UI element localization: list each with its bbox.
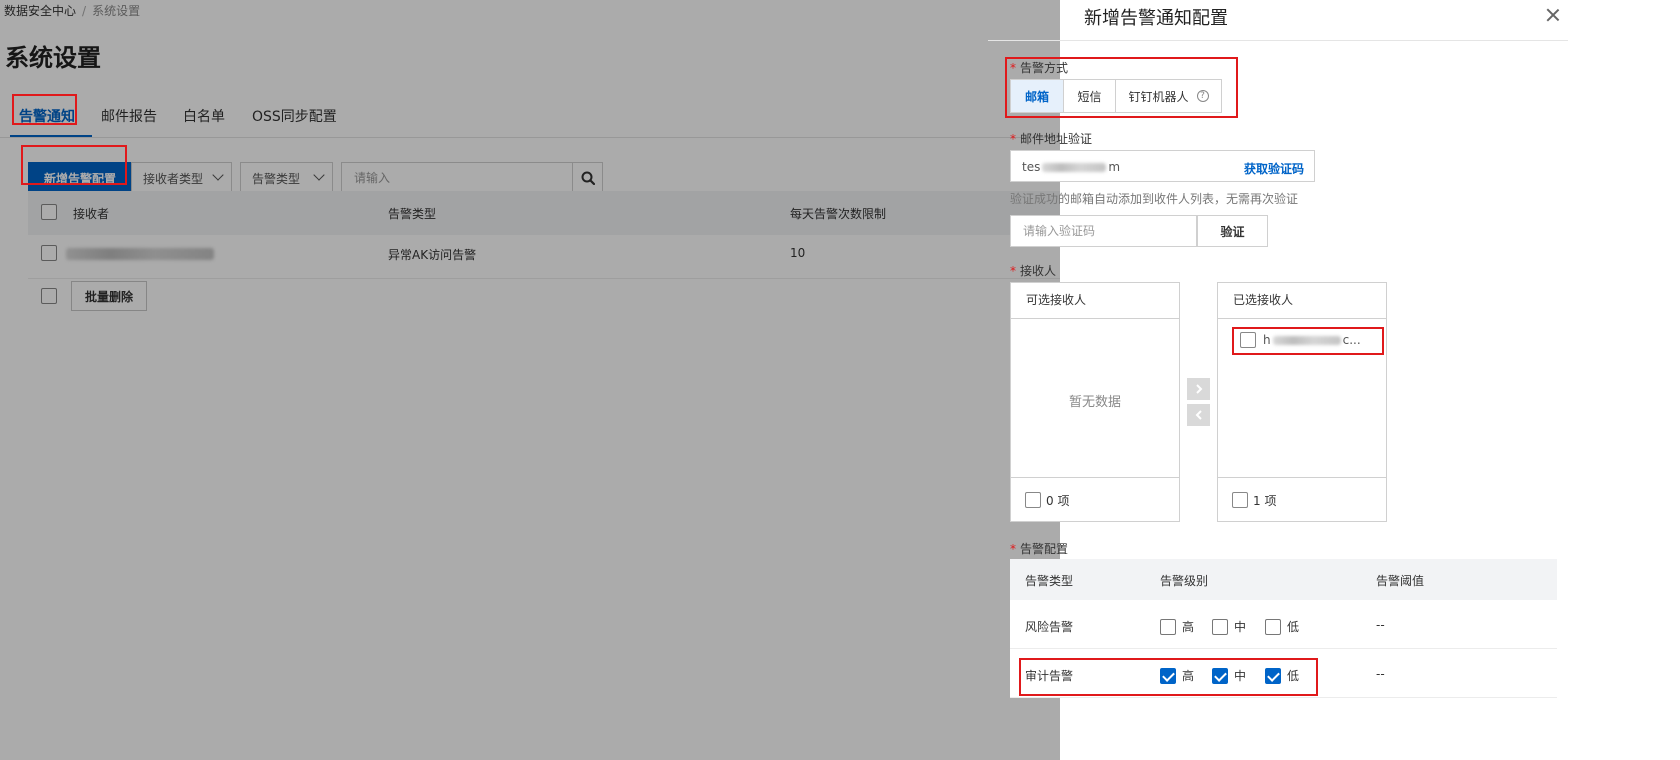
available-receivers-list: 可选接收人 暂无数据 0 项: [1010, 282, 1180, 522]
receivers-label: * 接收人: [1010, 264, 1057, 278]
verification-code-input[interactable]: 请输入验证码: [1010, 215, 1197, 247]
available-receivers-title: 可选接收人: [1011, 283, 1179, 319]
level-high-checkbox[interactable]: 高: [1160, 618, 1194, 635]
drawer-title: 新增告警通知配置: [1084, 8, 1228, 29]
config-threshold-audit: --: [1376, 667, 1385, 681]
modal-overlay[interactable]: [0, 0, 1060, 760]
empty-state-text: 暂无数据: [1068, 395, 1121, 410]
move-left-button[interactable]: [1187, 404, 1210, 426]
alert-config-table-header: 告警类型 告警级别 告警阈值: [1010, 559, 1557, 600]
email-redacted: [1042, 163, 1107, 172]
alert-config-label-text: 告警配置: [1020, 542, 1069, 556]
available-select-all-checkbox[interactable]: [1025, 492, 1041, 508]
alert-config-label: * 告警配置: [1010, 542, 1069, 556]
checkbox-box: [1265, 618, 1281, 635]
get-code-link[interactable]: 获取验证码: [1244, 160, 1304, 177]
chevron-right-icon: [1195, 384, 1202, 394]
config-col-threshold: 告警阈值: [1376, 574, 1425, 588]
table-row: 风险告警 高 中 低 --: [1010, 600, 1557, 649]
close-icon[interactable]: [1545, 7, 1561, 23]
move-right-button[interactable]: [1187, 378, 1210, 400]
config-col-type: 告警类型: [1025, 574, 1074, 588]
checkbox-box: [1160, 618, 1176, 635]
config-type-risk: 风险告警: [1025, 620, 1074, 634]
receivers-label-text: 接收人: [1020, 264, 1057, 278]
email-value-prefix: tes: [1022, 160, 1041, 174]
email-hint: 验证成功的邮箱自动添加到收件人列表，无需再次验证: [1010, 192, 1299, 206]
highlight-box-method: [1005, 57, 1238, 118]
email-value-suffix: m: [1108, 160, 1121, 174]
email-input[interactable]: tes m 获取验证码: [1010, 150, 1315, 182]
config-col-level: 告警级别: [1160, 574, 1209, 588]
selected-receivers-title: 已选接收人: [1218, 283, 1386, 319]
config-threshold-risk: --: [1376, 618, 1385, 632]
available-receivers-footer: 0 项: [1011, 477, 1179, 521]
chevron-left-icon: [1195, 410, 1202, 420]
level-medium-checkbox[interactable]: 中: [1212, 618, 1246, 635]
level-low-checkbox[interactable]: 低: [1265, 618, 1299, 635]
highlight-box-selected-receiver: [1232, 327, 1384, 355]
selected-count: 1 项: [1253, 494, 1277, 508]
selected-receivers-list: 已选接收人 1 项: [1217, 282, 1387, 522]
highlight-box-tab: [12, 94, 77, 125]
highlight-box-audit-row: [1019, 658, 1318, 696]
verify-button[interactable]: 验证: [1197, 215, 1268, 247]
drawer-header-divider: [988, 40, 1568, 41]
level-high-label: 高: [1182, 620, 1195, 634]
highlight-box-add-button: [21, 145, 127, 185]
email-verify-label-text: 邮件地址验证: [1020, 132, 1093, 146]
email-value: tes m: [1022, 160, 1120, 174]
email-verify-label: * 邮件地址验证: [1010, 132, 1093, 146]
selected-receivers-footer: 1 项: [1218, 477, 1386, 521]
checkbox-box: [1212, 618, 1228, 635]
level-low-label: 低: [1287, 620, 1300, 634]
available-count: 0 项: [1046, 494, 1070, 508]
level-medium-label: 中: [1234, 620, 1247, 634]
selected-select-all-checkbox[interactable]: [1232, 492, 1248, 508]
